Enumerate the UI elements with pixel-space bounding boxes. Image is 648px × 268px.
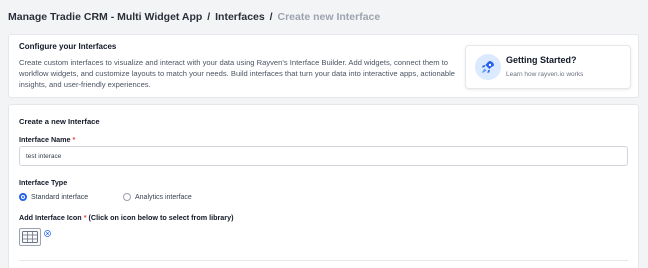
intro-card: Configure your Interfaces Create custom …: [8, 34, 639, 98]
breadcrumb-current: Create new Interface: [277, 11, 381, 23]
radio-unchecked-icon[interactable]: [123, 193, 131, 201]
breadcrumb: Manage Tradie CRM - Multi Widget App / I…: [8, 11, 380, 23]
radio-checked-icon[interactable]: [19, 193, 27, 201]
breadcrumb-separator: /: [269, 11, 273, 23]
interface-name-label: Interface Name *: [19, 135, 75, 144]
divider: [19, 260, 628, 261]
interface-icon-label: Add Interface Icon * (Click on icon belo…: [19, 213, 234, 222]
form-title: Create a new Interface: [19, 117, 100, 126]
breadcrumb-separator: /: [207, 11, 211, 23]
radio-analytics-label: Analytics interface: [135, 193, 192, 201]
radio-standard-label: Standard interface: [31, 193, 89, 201]
intro-description: Create custom interfaces to visualize an…: [19, 58, 456, 90]
breadcrumb-section[interactable]: Interfaces: [215, 11, 265, 23]
interface-icon-hint: (Click on icon below to select from libr…: [88, 213, 234, 222]
getting-started-card[interactable]: Getting Started? Learn how rayven.io wor…: [465, 45, 631, 89]
interface-icon-picker[interactable]: [19, 228, 41, 246]
getting-started-link[interactable]: Learn how rayven.io works: [506, 71, 583, 78]
interface-name-label-text: Interface Name: [19, 135, 71, 144]
interface-name-input[interactable]: [19, 146, 628, 166]
radio-standard-interface[interactable]: Standard interface: [19, 193, 88, 201]
required-marker: *: [83, 213, 87, 222]
clear-icon[interactable]: [44, 230, 51, 237]
interface-type-label: Interface Type: [19, 178, 68, 187]
intro-title: Configure your Interfaces: [19, 42, 117, 51]
breadcrumb-app[interactable]: Manage Tradie CRM - Multi Widget App: [8, 11, 202, 23]
getting-started-title: Getting Started?: [506, 55, 577, 65]
rocket-icon: [475, 54, 501, 80]
radio-analytics-interface[interactable]: Analytics interface: [123, 193, 192, 201]
interface-icon-label-text: Add Interface Icon: [19, 213, 82, 222]
required-marker: *: [72, 135, 76, 144]
create-interface-card: Create a new Interface Interface Name * …: [8, 104, 639, 268]
grid-icon: [22, 231, 38, 243]
